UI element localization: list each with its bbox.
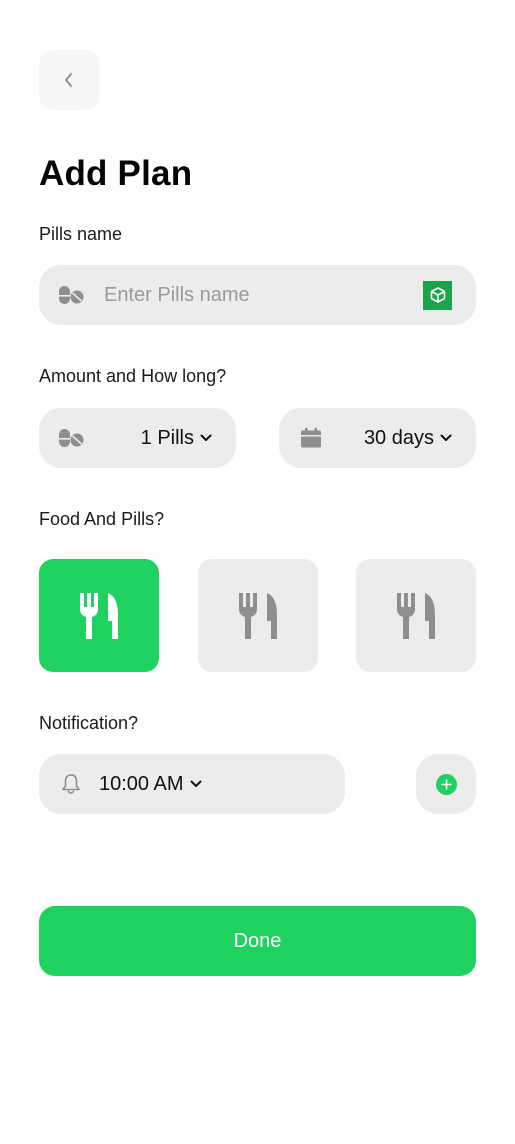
pill-icon xyxy=(59,429,84,447)
calendar-icon xyxy=(301,428,321,448)
page-title: Add Plan xyxy=(39,154,193,193)
chevron-left-icon xyxy=(65,73,72,87)
done-button-label: Done xyxy=(233,929,282,952)
plus-circle-icon xyxy=(435,773,457,795)
notification-time-picker[interactable]: 10:00 AM xyxy=(39,754,345,814)
duration-value: 30 days xyxy=(363,426,434,449)
done-button[interactable]: Done xyxy=(39,906,476,976)
food-option-1[interactable] xyxy=(39,559,159,672)
bell-icon xyxy=(62,774,80,794)
pills-name-input[interactable] xyxy=(102,282,423,308)
amount-label: Amount and How long? xyxy=(39,366,227,386)
pills-amount-value: 1 Pills xyxy=(140,426,194,449)
duration-picker[interactable]: 30 days xyxy=(279,408,476,468)
food-option-3[interactable] xyxy=(356,559,476,672)
chevron-down-icon xyxy=(200,434,212,441)
pills-name-field xyxy=(39,265,476,325)
chevron-down-icon xyxy=(440,434,452,441)
fork-knife-icon xyxy=(239,592,277,639)
cube-scan-button[interactable] xyxy=(423,280,452,310)
notification-label: Notification? xyxy=(39,713,139,733)
add-notification-button[interactable] xyxy=(416,754,476,814)
fork-knife-icon xyxy=(80,592,118,639)
food-option-2[interactable] xyxy=(198,559,318,672)
cube-icon xyxy=(430,287,445,303)
back-button[interactable] xyxy=(39,50,99,110)
notification-time-value: 10:00 AM xyxy=(99,772,184,795)
pill-icon xyxy=(59,286,84,304)
pills-name-label: Pills name xyxy=(39,224,123,244)
fork-knife-icon xyxy=(397,592,435,639)
pills-amount-picker[interactable]: 1 Pills xyxy=(39,408,236,468)
chevron-down-icon xyxy=(190,780,202,787)
food-label: Food And Pills? xyxy=(39,509,165,529)
